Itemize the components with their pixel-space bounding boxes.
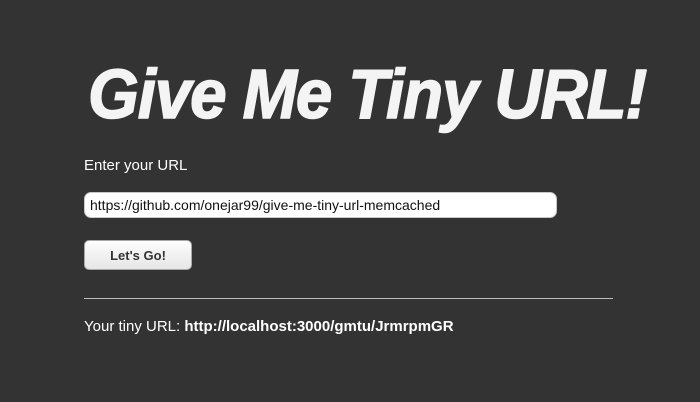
url-input[interactable] bbox=[84, 192, 557, 218]
tiny-url-link[interactable]: http://localhost:3000/gmtu/JrmrpmGR bbox=[184, 318, 453, 335]
lets-go-button[interactable]: Let's Go! bbox=[84, 240, 192, 270]
page-title: Give Me Tiny URL! bbox=[87, 54, 647, 134]
divider bbox=[84, 298, 613, 299]
tiny-url-result: Your tiny URL: http://localhost:3000/gmt… bbox=[84, 317, 454, 337]
tiny-url-label: Your tiny URL: bbox=[84, 318, 181, 335]
url-field-label: Enter your URL bbox=[84, 157, 188, 174]
